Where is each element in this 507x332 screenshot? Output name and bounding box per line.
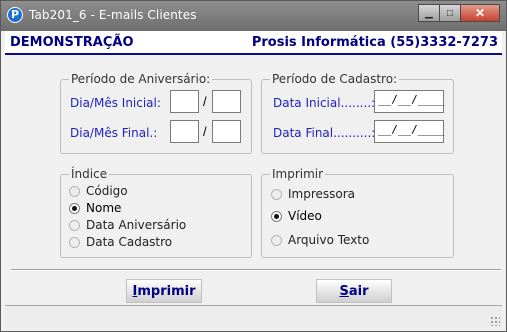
title-bar[interactable]: P Tab201_6 - E-mails Clientes ▁ □ ✕ xyxy=(1,1,506,31)
option-label: Vídeo xyxy=(288,209,322,223)
minimize-button[interactable]: ▁ xyxy=(418,4,440,22)
window-title: Tab201_6 - E-mails Clientes xyxy=(29,8,197,22)
option-label: Nome xyxy=(86,201,122,215)
registration-end-date-input[interactable]: __/__/____ xyxy=(374,120,444,143)
date-separator: / xyxy=(203,124,207,139)
minimize-icon: ▁ xyxy=(425,7,433,19)
exit-button-label: air xyxy=(348,283,369,299)
print-button[interactable]: Imprimir xyxy=(126,279,202,303)
registration-start-label: Data Inicial........: xyxy=(273,96,376,110)
anniversary-start-month-input[interactable] xyxy=(212,90,241,113)
radio-selected-icon[interactable] xyxy=(69,202,80,214)
maximize-button[interactable]: □ xyxy=(439,4,461,22)
exit-button-accelerator: S xyxy=(339,283,349,299)
registration-end-label: Data Final..........: xyxy=(273,126,376,140)
index-option-data-cadastro[interactable]: Data Cadastro xyxy=(69,235,172,249)
index-option-data-aniversario[interactable]: Data Aniversário xyxy=(69,218,186,232)
print-option-arquivo-texto[interactable]: Arquivo Texto xyxy=(271,233,369,247)
anniversary-end-day-input[interactable] xyxy=(170,120,199,143)
anniversary-start-day-input[interactable] xyxy=(170,90,199,113)
status-bar xyxy=(5,305,502,328)
anniversary-end-month-input[interactable] xyxy=(212,120,241,143)
index-option-codigo[interactable]: Código xyxy=(69,184,128,198)
form-area: Período de Aniversário: Dia/Mês Inicial:… xyxy=(5,55,502,329)
main-window: P Tab201_6 - E-mails Clientes ▁ □ ✕ DEMO… xyxy=(0,0,507,332)
window-controls: ▁ □ ✕ xyxy=(418,4,500,22)
close-button[interactable]: ✕ xyxy=(460,4,500,22)
option-label: Data Aniversário xyxy=(86,218,187,232)
index-legend: Índice xyxy=(71,167,108,181)
radio-selected-icon[interactable] xyxy=(271,210,282,222)
registration-period-legend: Período de Cadastro: xyxy=(272,72,398,86)
company-info: Prosis Informática (55)3332-7273 xyxy=(251,35,498,50)
radio-unselected-icon[interactable] xyxy=(69,236,80,248)
divider xyxy=(11,269,501,271)
print-button-label: mprimir xyxy=(137,283,196,299)
anniversary-period-legend: Período de Aniversário: xyxy=(71,72,211,86)
radio-unselected-icon[interactable] xyxy=(69,185,80,197)
print-option-video[interactable]: Vídeo xyxy=(271,209,322,223)
anniversary-end-label: Dia/Mês Final.: xyxy=(70,126,158,140)
print-option-impressora[interactable]: Impressora xyxy=(271,187,355,201)
maximize-icon: □ xyxy=(446,7,454,19)
close-icon: ✕ xyxy=(474,6,486,20)
index-option-nome[interactable]: Nome xyxy=(69,201,121,215)
radio-unselected-icon[interactable] xyxy=(271,234,282,246)
print-target-legend: Imprimir xyxy=(272,167,324,181)
banner: DEMONSTRAÇÃO Prosis Informática (55)3332… xyxy=(5,31,502,55)
app-logo-icon[interactable]: P xyxy=(7,7,23,23)
resize-grip-icon[interactable] xyxy=(490,316,500,326)
registration-start-date-input[interactable]: __/__/____ xyxy=(374,90,444,113)
date-separator: / xyxy=(203,94,207,109)
demo-label: DEMONSTRAÇÃO xyxy=(10,35,134,50)
exit-button[interactable]: Sair xyxy=(316,279,392,303)
option-label: Data Cadastro xyxy=(86,235,173,249)
radio-unselected-icon[interactable] xyxy=(69,219,80,231)
anniversary-start-label: Dia/Mês Inicial: xyxy=(70,96,161,110)
option-label: Código xyxy=(86,184,128,198)
radio-unselected-icon[interactable] xyxy=(271,188,282,200)
option-label: Impressora xyxy=(288,187,356,201)
option-label: Arquivo Texto xyxy=(288,233,370,247)
